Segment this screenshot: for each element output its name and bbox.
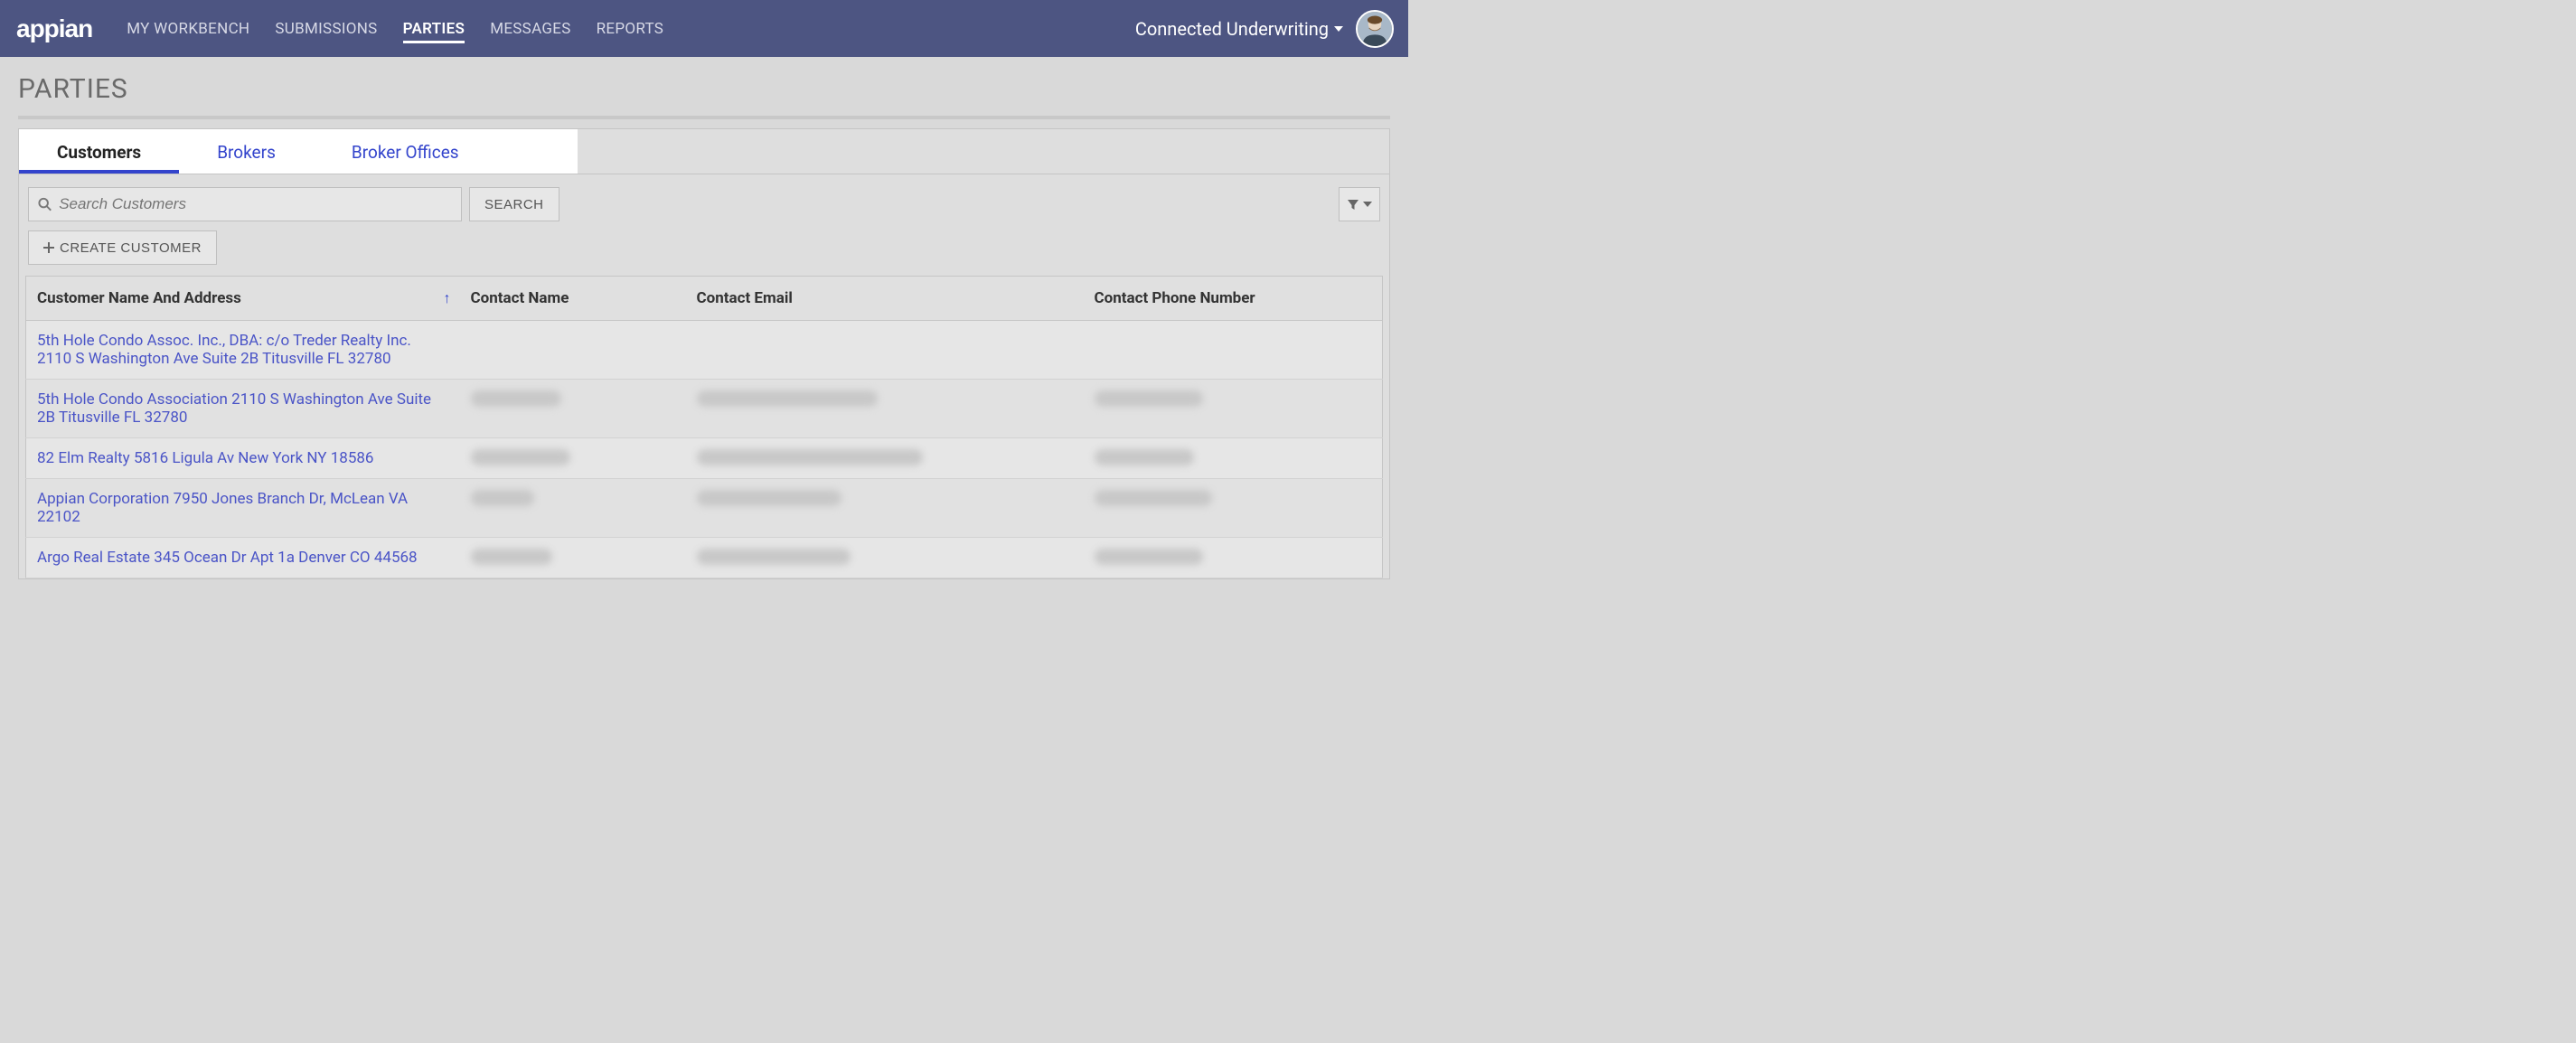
tab-customers[interactable]: Customers xyxy=(19,129,179,174)
table-row: 5th Hole Condo Assoc. Inc., DBA: c/o Tre… xyxy=(26,321,1383,380)
top-bar: appian MY WORKBENCH SUBMISSIONS PARTIES … xyxy=(0,0,1408,57)
cell-email: x xyxy=(686,380,1084,438)
nav-parties[interactable]: PARTIES xyxy=(403,14,465,43)
cell-contact: x xyxy=(460,438,686,479)
table-row: Appian Corporation 7950 Jones Branch Dr,… xyxy=(26,479,1383,538)
redacted: x xyxy=(697,490,841,506)
nav-reports[interactable]: REPORTS xyxy=(597,14,664,43)
redacted: x xyxy=(1095,490,1212,506)
tabs-spacer xyxy=(578,129,1389,174)
cell-phone: x xyxy=(1084,479,1383,538)
cell-contact xyxy=(460,321,686,380)
tabs-row: Customers Brokers Broker Offices xyxy=(19,129,1389,174)
create-row: CREATE CUSTOMER xyxy=(19,227,1389,276)
col-customer-name-label: Customer Name And Address xyxy=(37,289,241,307)
cell-contact: x xyxy=(460,538,686,578)
right-nav: Connected Underwriting xyxy=(1135,10,1394,48)
nav-messages[interactable]: MESSAGES xyxy=(490,14,570,43)
nav-submissions[interactable]: SUBMISSIONS xyxy=(275,14,377,43)
redacted: x xyxy=(697,549,851,565)
redacted: x xyxy=(471,449,570,465)
cell-email: x xyxy=(686,538,1084,578)
redacted: x xyxy=(697,390,878,407)
cell-phone: x xyxy=(1084,438,1383,479)
page-body: PARTIES Customers Brokers Broker Offices… xyxy=(0,57,1408,579)
table-row: 5th Hole Condo Association 2110 S Washin… xyxy=(26,380,1383,438)
redacted: x xyxy=(1095,549,1203,565)
divider xyxy=(18,116,1390,119)
cell-email: x xyxy=(686,479,1084,538)
tab-brokers[interactable]: Brokers xyxy=(179,129,314,174)
cell-phone: x xyxy=(1084,380,1383,438)
tabs: Customers Brokers Broker Offices xyxy=(19,129,578,174)
cell-phone: x xyxy=(1084,538,1383,578)
tab-broker-offices[interactable]: Broker Offices xyxy=(314,129,497,174)
avatar-icon xyxy=(1358,12,1392,46)
search-box xyxy=(28,187,462,221)
table-row: 82 Elm Realty 5816 Ligula Av New York NY… xyxy=(26,438,1383,479)
primary-nav: MY WORKBENCH SUBMISSIONS PARTIES MESSAGE… xyxy=(127,14,1135,43)
plus-icon xyxy=(43,242,54,253)
create-customer-button[interactable]: CREATE CUSTOMER xyxy=(28,230,217,265)
app-title-label: Connected Underwriting xyxy=(1135,18,1329,40)
nav-my-workbench[interactable]: MY WORKBENCH xyxy=(127,14,249,43)
redacted: x xyxy=(471,390,561,407)
cell-email xyxy=(686,321,1084,380)
col-customer-name[interactable]: Customer Name And Address ↑ xyxy=(26,277,460,321)
cell-contact: x xyxy=(460,479,686,538)
col-contact-phone[interactable]: Contact Phone Number xyxy=(1084,277,1383,321)
customer-link[interactable]: Appian Corporation 7950 Jones Branch Dr,… xyxy=(37,490,408,526)
search-input[interactable] xyxy=(59,195,452,213)
search-icon xyxy=(38,197,52,211)
cell-email: x xyxy=(686,438,1084,479)
caret-down-icon xyxy=(1334,26,1343,32)
filter-icon xyxy=(1347,198,1359,211)
cell-contact: x xyxy=(460,380,686,438)
table-body: 5th Hole Condo Assoc. Inc., DBA: c/o Tre… xyxy=(26,321,1383,578)
col-contact-email[interactable]: Contact Email xyxy=(686,277,1084,321)
redacted: x xyxy=(471,549,552,565)
cell-phone xyxy=(1084,321,1383,380)
table-header-row: Customer Name And Address ↑ Contact Name… xyxy=(26,277,1383,321)
table-row: Argo Real Estate 345 Ocean Dr Apt 1a Den… xyxy=(26,538,1383,578)
panel: Customers Brokers Broker Offices SEARCH xyxy=(18,128,1390,579)
col-contact-name[interactable]: Contact Name xyxy=(460,277,686,321)
search-button[interactable]: SEARCH xyxy=(469,187,559,221)
redacted: x xyxy=(471,490,534,506)
create-customer-label: CREATE CUSTOMER xyxy=(60,240,202,256)
sort-asc-icon: ↑ xyxy=(444,289,451,307)
logo: appian xyxy=(16,14,92,43)
redacted: x xyxy=(1095,449,1194,465)
app-switcher[interactable]: Connected Underwriting xyxy=(1135,18,1343,40)
caret-down-icon xyxy=(1363,202,1372,207)
filter-button[interactable] xyxy=(1339,187,1380,221)
customer-link[interactable]: 82 Elm Realty 5816 Ligula Av New York NY… xyxy=(37,449,374,467)
customers-table: Customer Name And Address ↑ Contact Name… xyxy=(25,276,1383,578)
redacted: x xyxy=(1095,390,1203,407)
customer-link[interactable]: Argo Real Estate 345 Ocean Dr Apt 1a Den… xyxy=(37,549,418,567)
page-title: PARTIES xyxy=(18,73,1390,105)
user-avatar[interactable] xyxy=(1356,10,1394,48)
customer-link[interactable]: 5th Hole Condo Association 2110 S Washin… xyxy=(37,390,431,427)
customer-link[interactable]: 5th Hole Condo Assoc. Inc., DBA: c/o Tre… xyxy=(37,332,411,368)
toolbar: SEARCH xyxy=(19,174,1389,227)
redacted: x xyxy=(697,449,923,465)
